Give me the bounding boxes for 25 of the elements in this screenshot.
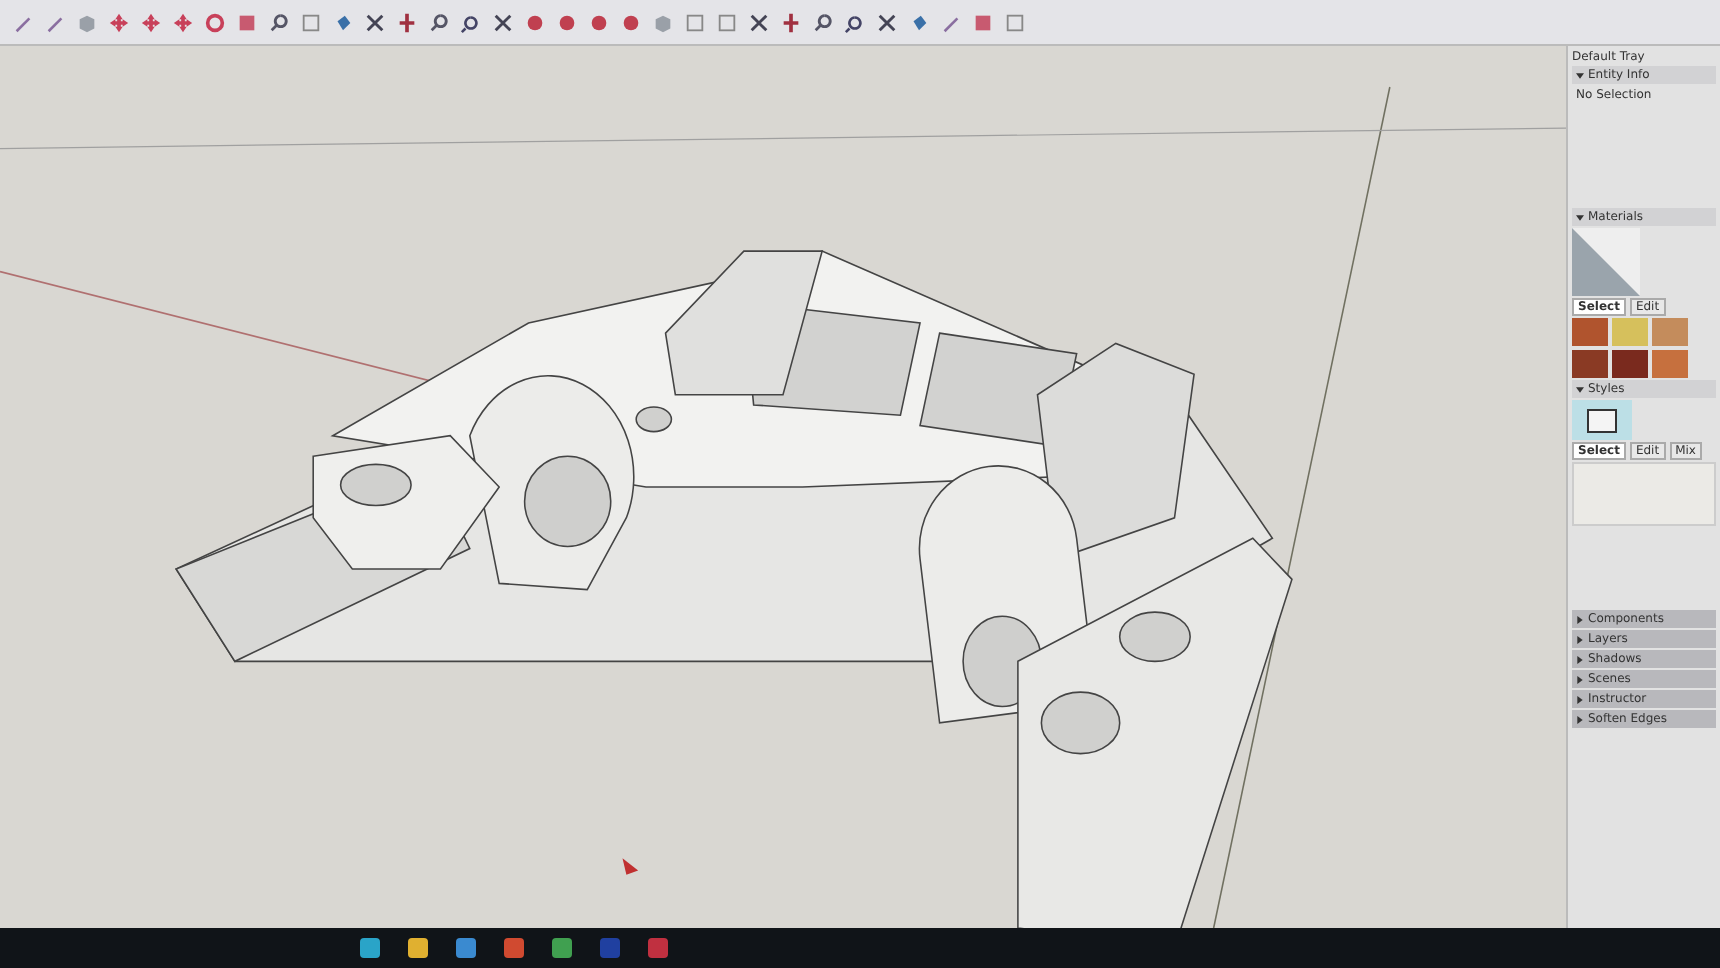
- search-icon[interactable]: [428, 11, 450, 33]
- app-icon[interactable]: [552, 938, 572, 958]
- app-icon[interactable]: [360, 938, 380, 958]
- material-preview-icon: [1572, 228, 1640, 296]
- material-swatch[interactable]: [1612, 318, 1648, 346]
- search-icon[interactable]: [268, 11, 290, 33]
- move-arrows-icon[interactable]: [172, 11, 194, 33]
- app-icon[interactable]: [648, 938, 668, 958]
- sphere-icon[interactable]: [620, 11, 642, 33]
- move-arrows-icon[interactable]: [140, 11, 162, 33]
- style-preview-icon: [1572, 400, 1632, 440]
- material-swatch[interactable]: [1612, 350, 1648, 378]
- sphere-icon[interactable]: [556, 11, 578, 33]
- cursor-icon: [622, 858, 639, 875]
- move-arrows-icon[interactable]: [108, 11, 130, 33]
- search-icon[interactable]: [812, 11, 834, 33]
- material-swatch[interactable]: [1572, 350, 1608, 378]
- app-icon[interactable]: [504, 938, 524, 958]
- material-swatch[interactable]: [1652, 350, 1688, 378]
- app-icon[interactable]: [408, 938, 428, 958]
- material-swatch[interactable]: [1572, 318, 1608, 346]
- material-swatch[interactable]: [1652, 318, 1688, 346]
- sphere-icon[interactable]: [588, 11, 610, 33]
- app-icon[interactable]: [456, 938, 476, 958]
- sphere-icon[interactable]: [524, 11, 546, 33]
